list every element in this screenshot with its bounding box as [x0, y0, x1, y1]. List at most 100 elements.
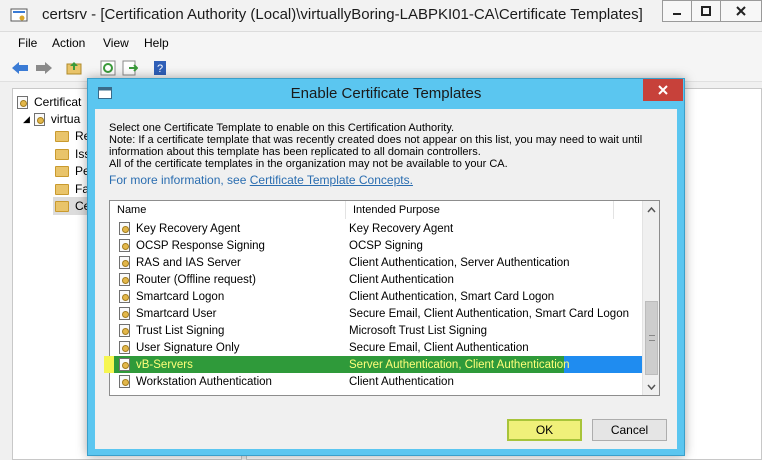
folder-icon	[55, 148, 69, 160]
template-name: User Signature Only	[136, 341, 240, 354]
column-header-name[interactable]: Name	[110, 201, 346, 219]
tree-folder-pending[interactable]: Pe	[55, 162, 90, 180]
up-folder-icon[interactable]	[64, 58, 84, 78]
template-purpose: Client Authentication, Server Authentica…	[349, 256, 570, 269]
template-name: Key Recovery Agent	[136, 222, 241, 235]
window-title: certsrv - [Certification Authority (Loca…	[42, 6, 643, 23]
tree-folder-failed[interactable]: Fa	[55, 180, 89, 198]
certificate-template-icon	[119, 307, 130, 320]
certificate-template-icon	[119, 290, 130, 303]
certificate-template-icon	[119, 256, 130, 269]
template-purpose: OCSP Signing	[349, 239, 423, 252]
note-text-line2: information about this template has been…	[109, 146, 481, 158]
help-icon[interactable]: ?	[150, 58, 170, 78]
tree-ca-label: virtua	[50, 112, 81, 126]
dialog-titlebar: Enable Certificate Templates	[88, 79, 684, 109]
list-item[interactable]: User Signature Only Secure Email, Client…	[110, 339, 642, 356]
list-item-selected[interactable]: vB-Servers Server Authentication, Client…	[104, 356, 642, 373]
column-header-purpose[interactable]: Intended Purpose	[346, 201, 614, 219]
certificate-template-icon	[119, 358, 130, 371]
certificate-template-icon	[119, 222, 130, 235]
dialog-title: Enable Certificate Templates	[290, 85, 482, 102]
selection-highlight-marker	[104, 356, 114, 373]
cancel-button[interactable]: Cancel	[592, 419, 667, 441]
dialog-body: Select one Certificate Template to enabl…	[95, 109, 677, 449]
menu-file[interactable]: File	[18, 36, 37, 50]
list-item[interactable]: RAS and IAS Server Client Authentication…	[110, 254, 642, 271]
folder-icon	[55, 183, 69, 195]
forward-arrow-icon[interactable]	[34, 58, 54, 78]
tree-folder-issued[interactable]: Iss	[55, 145, 90, 163]
template-purpose: Microsoft Trust List Signing	[349, 324, 488, 337]
svg-text:?: ?	[157, 63, 163, 75]
menu-action[interactable]: Action	[52, 36, 85, 50]
export-list-icon[interactable]	[120, 58, 140, 78]
template-name: Workstation Authentication	[136, 375, 272, 388]
note-text-line3: All of the certificate templates in the …	[109, 158, 508, 170]
dialog-close-button[interactable]	[643, 79, 683, 101]
tree-root[interactable]: Certificat	[17, 93, 81, 111]
note-text-line1: Note: If a certificate template that was…	[109, 134, 643, 146]
list-header: Name Intended Purpose	[110, 201, 642, 219]
vertical-scrollbar[interactable]	[642, 201, 659, 395]
more-info-text: For more information, see Certificate Te…	[109, 173, 413, 187]
window-close-button[interactable]	[720, 0, 762, 22]
scroll-down-button[interactable]	[643, 378, 660, 395]
close-icon	[658, 85, 668, 95]
tree-ca-node[interactable]: ◢ virtua	[23, 110, 80, 128]
certsrv-app-icon	[10, 8, 28, 24]
certificate-template-icon	[119, 375, 130, 388]
list-item[interactable]: Key Recovery Agent Key Recovery Agent	[110, 220, 642, 237]
template-name: vB-Servers	[136, 358, 193, 371]
folder-icon	[55, 130, 69, 142]
template-purpose: Client Authentication	[349, 273, 454, 286]
template-purpose: Client Authentication, Smart Card Logon	[349, 290, 555, 303]
template-concepts-link[interactable]: Certificate Template Concepts.	[250, 173, 413, 187]
template-purpose: Secure Email, Client Authentication, Sma…	[349, 307, 629, 320]
menu-help[interactable]: Help	[144, 36, 169, 50]
chevron-down-icon	[647, 384, 656, 390]
template-name: Trust List Signing	[136, 324, 225, 337]
tree-folder-revoked[interactable]: Re	[55, 127, 90, 145]
collapse-arrow-icon[interactable]: ◢	[23, 114, 30, 125]
refresh-icon[interactable]	[98, 58, 118, 78]
back-arrow-icon[interactable]	[10, 58, 30, 78]
certificate-template-icon	[119, 341, 130, 354]
selection-highlight-tail	[564, 356, 642, 373]
list-item[interactable]: Router (Offline request) Client Authenti…	[110, 271, 642, 288]
certificate-template-icon	[119, 273, 130, 286]
more-info-prefix: For more information, see	[109, 173, 247, 187]
ok-button[interactable]: OK	[507, 419, 582, 441]
scroll-up-button[interactable]	[643, 201, 660, 218]
template-name: Router (Offline request)	[136, 273, 256, 286]
template-name: RAS and IAS Server	[136, 256, 241, 269]
menu-bar: File Action View Help	[0, 32, 762, 54]
folder-icon	[55, 165, 69, 177]
list-item[interactable]: Workstation Authentication Client Authen…	[110, 373, 642, 390]
ca-server-icon	[33, 112, 45, 126]
template-purpose: Server Authentication, Client Authentica…	[349, 358, 570, 371]
list-item[interactable]: Smartcard Logon Client Authentication, S…	[110, 288, 642, 305]
enable-templates-dialog: Enable Certificate Templates Select one …	[87, 78, 685, 456]
maximize-button[interactable]	[691, 0, 721, 22]
window-titlebar: certsrv - [Certification Authority (Loca…	[0, 0, 762, 32]
template-purpose: Key Recovery Agent	[349, 222, 454, 235]
list-item[interactable]: OCSP Response Signing OCSP Signing	[110, 237, 642, 254]
certificate-template-icon	[119, 324, 130, 337]
scroll-thumb[interactable]	[645, 301, 658, 375]
template-name: Smartcard User	[136, 307, 217, 320]
tree-root-label: Certificat	[34, 95, 82, 109]
templates-list[interactable]: Name Intended Purpose Key Recovery Agent…	[104, 200, 660, 396]
list-item[interactable]: Trust List Signing Microsoft Trust List …	[110, 322, 642, 339]
minimize-button[interactable]	[662, 0, 692, 22]
template-name: Smartcard Logon	[136, 290, 225, 303]
template-purpose: Client Authentication	[349, 375, 454, 388]
grip-icon	[649, 335, 655, 341]
menu-view[interactable]: View	[103, 36, 129, 50]
template-name: OCSP Response Signing	[136, 239, 265, 252]
chevron-up-icon	[647, 206, 656, 212]
certificate-template-icon	[119, 239, 130, 252]
list-item[interactable]: Smartcard User Secure Email, Client Auth…	[110, 305, 642, 322]
instruction-text: Select one Certificate Template to enabl…	[109, 122, 455, 134]
folder-icon	[55, 200, 69, 212]
